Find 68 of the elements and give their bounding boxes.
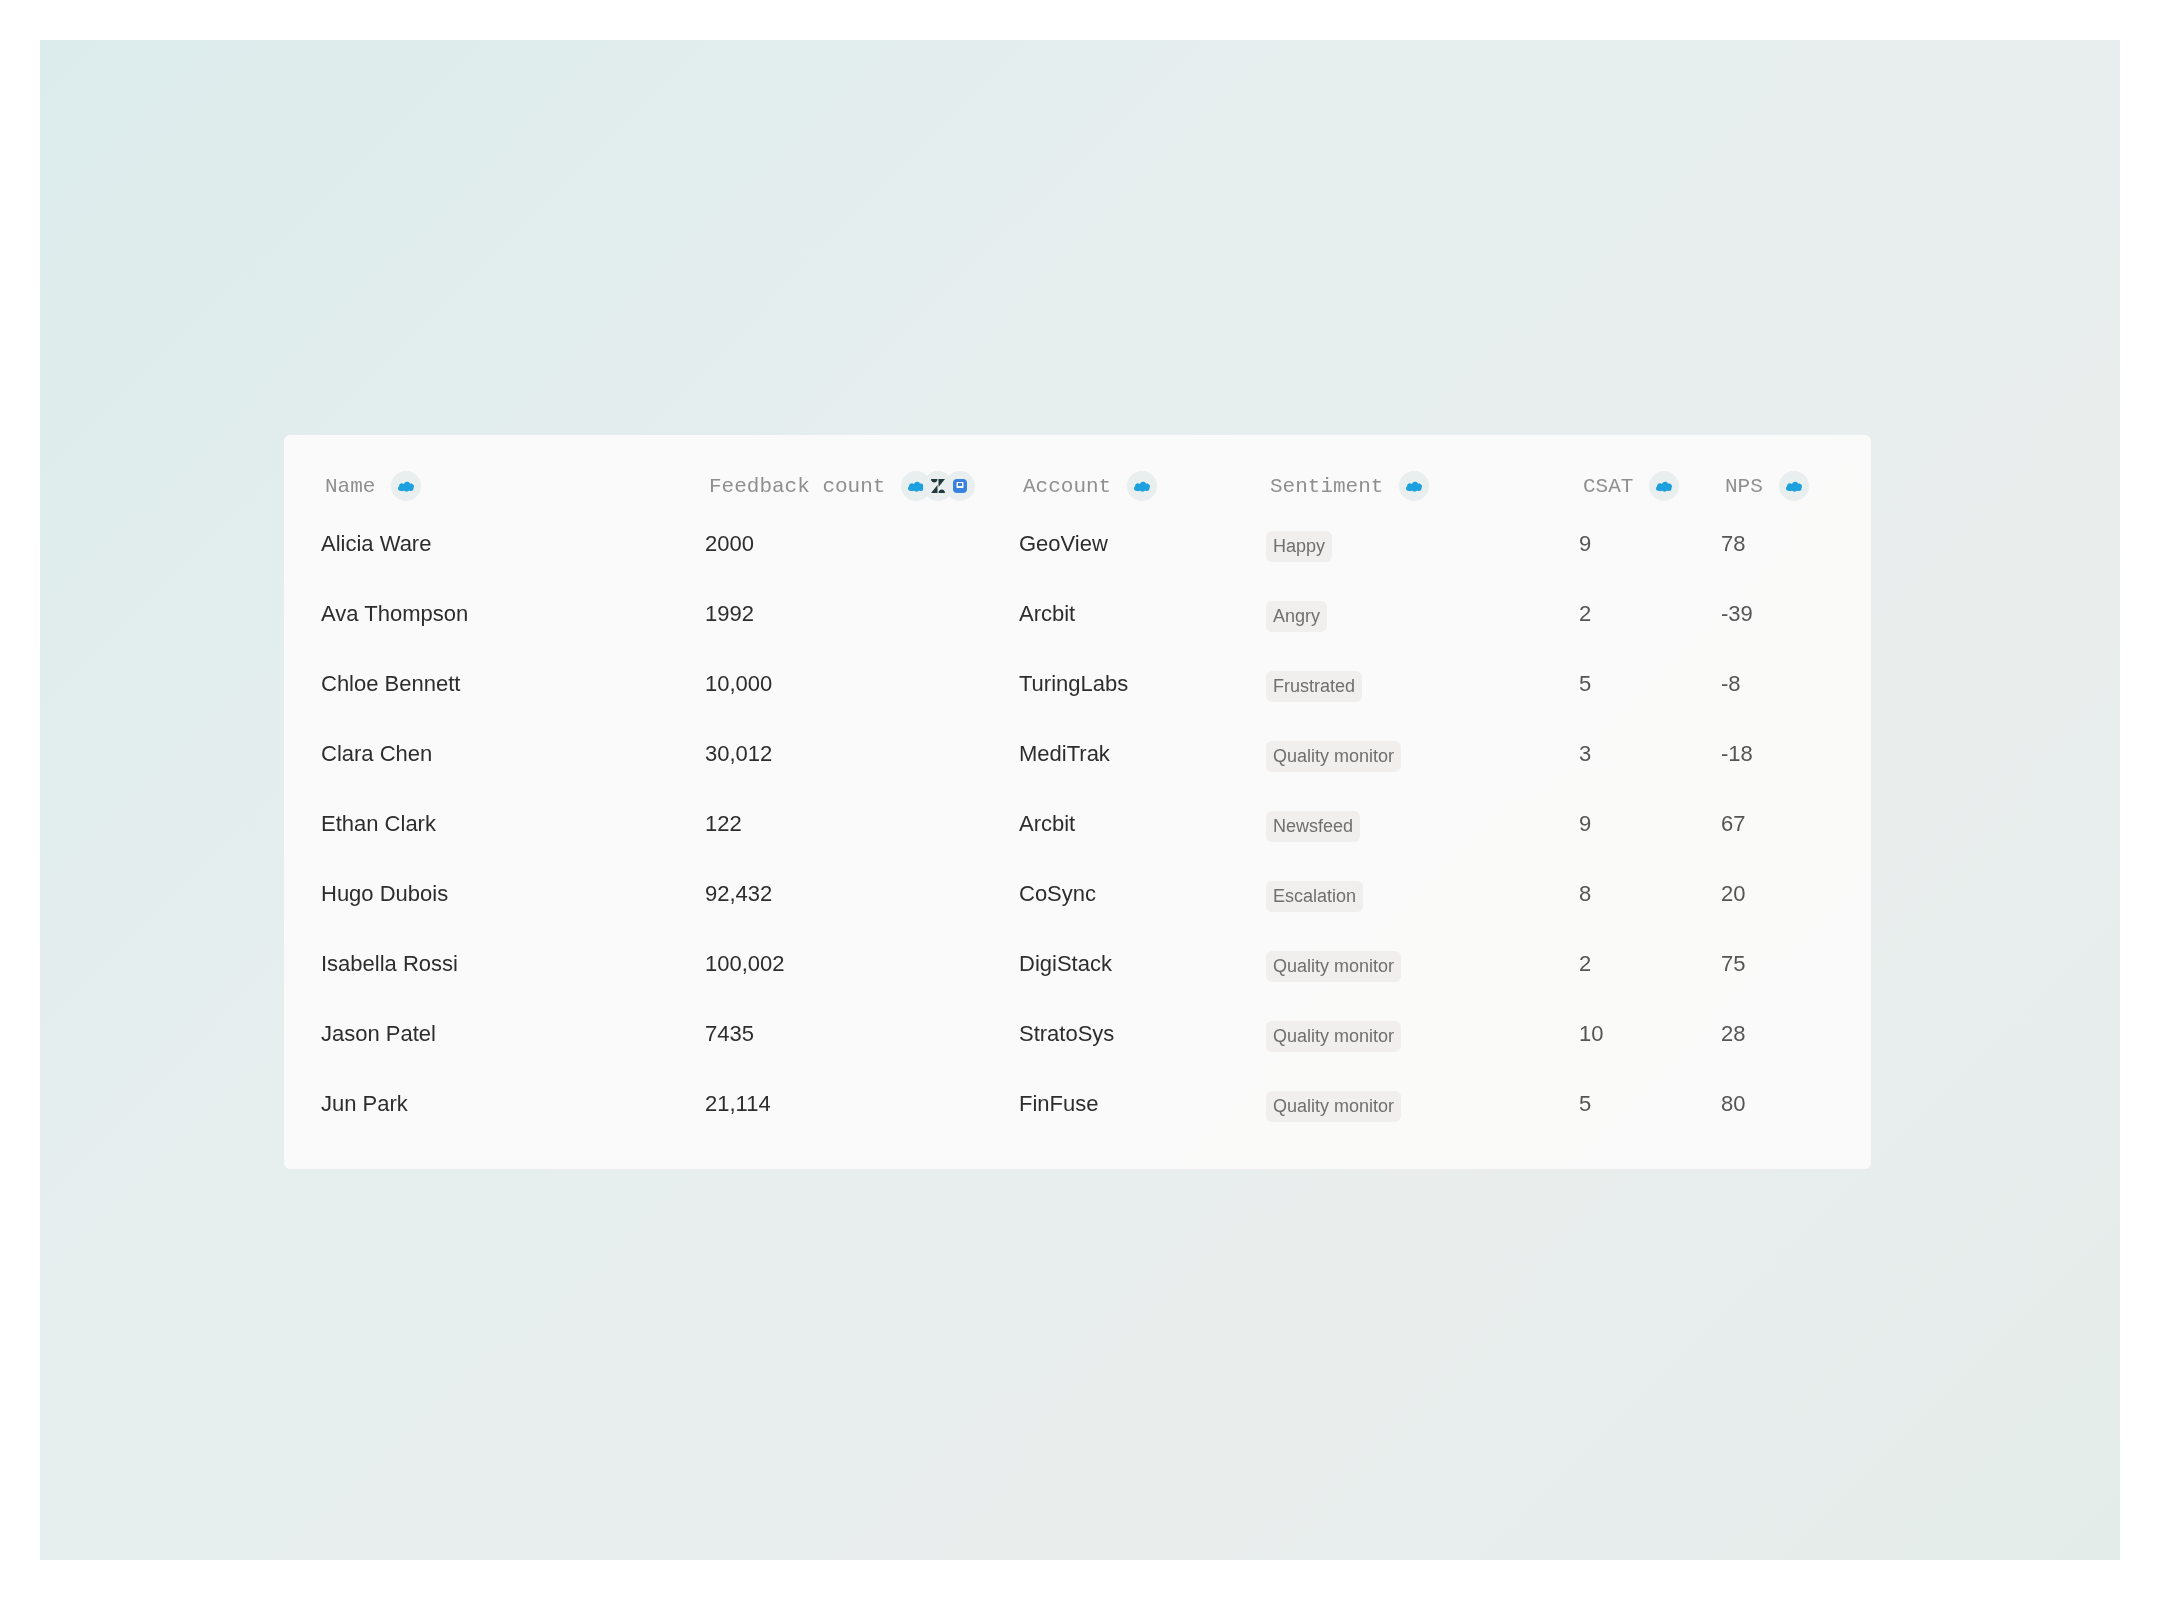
sentiment-tag: Quality monitor bbox=[1266, 1020, 1402, 1052]
table-cell: DigiStack bbox=[1019, 951, 1112, 977]
table-cell: 7435 bbox=[705, 1021, 754, 1047]
table-cell: Clara Chen bbox=[321, 741, 433, 767]
column-header: NPS bbox=[1725, 474, 1763, 498]
table-cell: TuringLabs bbox=[1019, 671, 1129, 697]
cloud-icon bbox=[1405, 480, 1424, 492]
table-cell: 75 bbox=[1721, 951, 1746, 977]
column-header: Feedback count bbox=[709, 474, 886, 498]
table-cell: 2 bbox=[1579, 951, 1592, 977]
table-cell: 67 bbox=[1721, 811, 1746, 837]
table-cell: 28 bbox=[1721, 1021, 1746, 1047]
table-cell: 2 bbox=[1579, 601, 1592, 627]
sentiment-tag: Escalation bbox=[1266, 880, 1364, 912]
table-cell: 1992 bbox=[705, 601, 754, 627]
cloud-icon bbox=[397, 480, 416, 492]
table-cell: 10,000 bbox=[705, 671, 773, 697]
sentiment-tag: Angry bbox=[1266, 600, 1328, 632]
table-cell: MediTrak bbox=[1019, 741, 1110, 767]
table-cell: 10 bbox=[1579, 1021, 1604, 1047]
table-cell: 100,002 bbox=[705, 951, 785, 977]
table-cell: Jason Patel bbox=[321, 1021, 436, 1047]
table-cell: 21,114 bbox=[705, 1091, 771, 1117]
column-header: CSAT bbox=[1583, 474, 1634, 498]
table-cell: Ava Thompson bbox=[321, 601, 469, 627]
table-cell: 9 bbox=[1579, 811, 1592, 837]
table-cell: 2000 bbox=[705, 531, 754, 557]
cloud-icon bbox=[1655, 480, 1674, 492]
table-cell: GeoView bbox=[1019, 531, 1108, 557]
zed-logo-icon bbox=[930, 479, 947, 493]
table-cell: FinFuse bbox=[1019, 1091, 1099, 1117]
table-cell: 30,012 bbox=[705, 741, 773, 767]
cloud-icon bbox=[1133, 480, 1152, 492]
table-cell: 80 bbox=[1721, 1091, 1746, 1117]
sentiment-tag: Newsfeed bbox=[1266, 810, 1361, 842]
table-cell: 8 bbox=[1579, 881, 1592, 907]
table-cell: -18 bbox=[1721, 741, 1753, 767]
column-header: Account bbox=[1023, 474, 1112, 498]
table-cell: Hugo Dubois bbox=[321, 881, 449, 907]
column-header: Name bbox=[325, 474, 376, 498]
table-cell: 5 bbox=[1579, 671, 1592, 697]
cloud-icon bbox=[907, 480, 926, 492]
table-cell: 3 bbox=[1579, 741, 1592, 767]
table-cell: Arcbit bbox=[1019, 811, 1076, 837]
table-cell: Isabella Rossi bbox=[321, 951, 458, 977]
table-cell: -8 bbox=[1721, 671, 1741, 697]
table-cell: 5 bbox=[1579, 1091, 1592, 1117]
column-header: Sentiment bbox=[1270, 474, 1384, 498]
sentiment-tag: Happy bbox=[1266, 530, 1333, 562]
table-cell: Alicia Ware bbox=[321, 531, 432, 557]
table-cell: 92,432 bbox=[705, 881, 773, 907]
table-cell: 20 bbox=[1721, 881, 1746, 907]
cloud-icon bbox=[1784, 480, 1803, 492]
chat-square-icon bbox=[952, 478, 969, 494]
sentiment-tag: Quality monitor bbox=[1266, 950, 1402, 982]
table-cell: Jun Park bbox=[321, 1091, 408, 1117]
table-cell: Chloe Bennett bbox=[321, 671, 461, 697]
table-cell: CoSync bbox=[1019, 881, 1097, 907]
table-cell: -39 bbox=[1721, 601, 1753, 627]
table-cell: Ethan Clark bbox=[321, 811, 436, 837]
table-cell: 122 bbox=[705, 811, 742, 837]
sentiment-tag: Frustrated bbox=[1266, 670, 1363, 702]
table-cell: 78 bbox=[1721, 531, 1746, 557]
table-cell: Arcbit bbox=[1019, 601, 1076, 627]
table-cell: StratoSys bbox=[1019, 1021, 1115, 1047]
table-cell: 9 bbox=[1579, 531, 1592, 557]
sentiment-tag: Quality monitor bbox=[1266, 1090, 1402, 1122]
sentiment-tag: Quality monitor bbox=[1266, 740, 1402, 772]
